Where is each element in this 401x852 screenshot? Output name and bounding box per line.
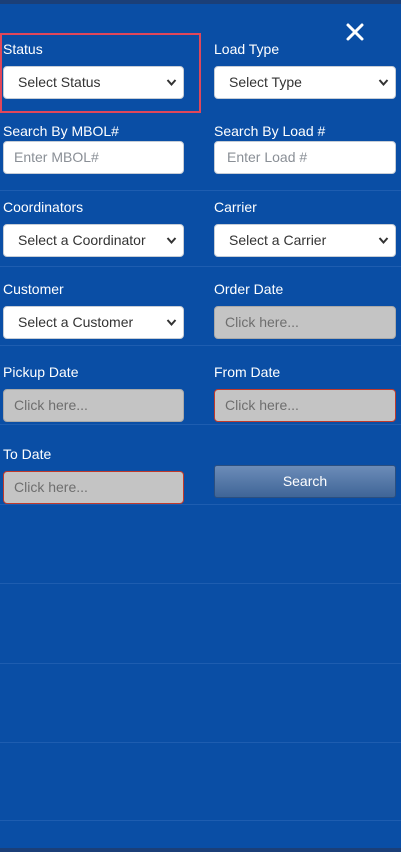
status-select-value: Select Status <box>18 74 101 90</box>
load-type-select[interactable]: Select Type <box>214 66 396 99</box>
load-number-input-placeholder: Enter Load # <box>227 149 308 165</box>
background-line <box>0 583 401 584</box>
from-date-placeholder: Click here... <box>225 397 299 413</box>
close-button[interactable] <box>343 20 369 46</box>
background-line <box>0 345 401 346</box>
load-type-select-value: Select Type <box>229 74 302 90</box>
status-select[interactable]: Select Status <box>3 66 184 99</box>
carrier-select[interactable]: Select a Carrier <box>214 224 396 257</box>
search-button[interactable]: Search <box>214 465 396 498</box>
customer-label: Customer <box>3 281 64 297</box>
coordinators-label: Coordinators <box>3 199 84 215</box>
chevron-down-icon <box>166 79 177 87</box>
mbol-input-placeholder: Enter MBOL# <box>14 149 99 165</box>
chevron-down-icon <box>166 319 177 327</box>
pickup-date-placeholder: Click here... <box>14 397 88 413</box>
background-line <box>0 424 401 425</box>
from-date-input[interactable]: Click here... <box>214 389 396 422</box>
background-line <box>0 742 401 743</box>
background-line <box>0 266 401 267</box>
mbol-input[interactable]: Enter MBOL# <box>3 141 184 174</box>
window-bottom-strip <box>0 848 401 852</box>
carrier-select-value: Select a Carrier <box>229 232 327 248</box>
chevron-down-icon <box>378 237 389 245</box>
close-icon <box>346 23 364 41</box>
order-date-input[interactable]: Click here... <box>214 306 396 339</box>
coordinators-select-value: Select a Coordinator <box>18 232 146 248</box>
mbol-label: Search By MBOL# <box>3 123 119 139</box>
load-type-label: Load Type <box>214 41 280 57</box>
coordinators-select[interactable]: Select a Coordinator <box>3 224 184 257</box>
pickup-date-input[interactable]: Click here... <box>3 389 184 422</box>
order-date-placeholder: Click here... <box>225 314 299 330</box>
background-line <box>0 820 401 821</box>
chevron-down-icon <box>166 237 177 245</box>
chevron-down-icon <box>378 79 389 87</box>
background-line <box>0 190 401 191</box>
to-date-placeholder: Click here... <box>14 479 88 495</box>
filter-panel: Status Select Status Load Type Select Ty… <box>0 4 401 848</box>
load-number-label: Search By Load # <box>214 123 326 139</box>
to-date-label: To Date <box>3 446 52 462</box>
background-line <box>0 663 401 664</box>
customer-select-value: Select a Customer <box>18 314 134 330</box>
from-date-label: From Date <box>214 364 281 380</box>
load-number-input[interactable]: Enter Load # <box>214 141 396 174</box>
carrier-label: Carrier <box>214 199 257 215</box>
status-label: Status <box>3 41 43 57</box>
to-date-input[interactable]: Click here... <box>3 471 184 504</box>
background-line <box>0 504 401 505</box>
order-date-label: Order Date <box>214 281 284 297</box>
customer-select[interactable]: Select a Customer <box>3 306 184 339</box>
pickup-date-label: Pickup Date <box>3 364 79 380</box>
